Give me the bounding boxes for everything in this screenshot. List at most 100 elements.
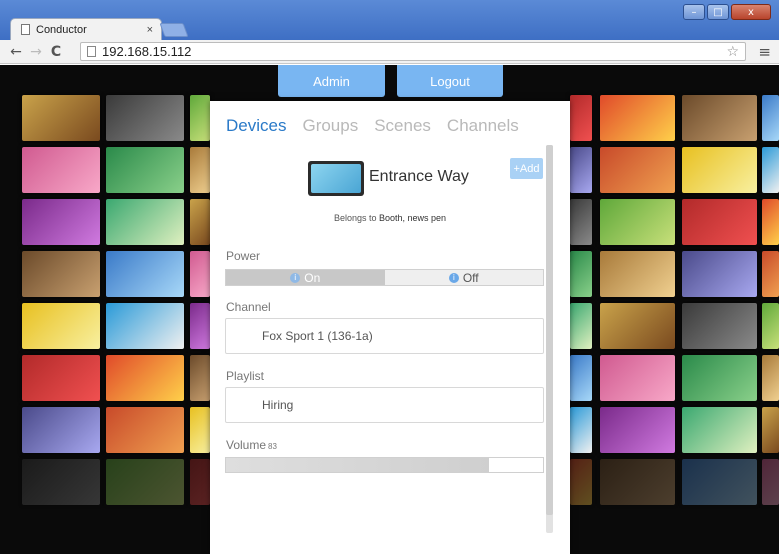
browser-tab[interactable]: Conductor × <box>10 18 162 40</box>
browser-toolbar: ← → C 192.168.15.112 ☆ ≡ <box>0 40 779 64</box>
menu-icon[interactable]: ≡ <box>758 43 771 61</box>
tv-tile <box>682 251 757 297</box>
address-bar[interactable]: 192.168.15.112 ☆ <box>80 42 746 61</box>
panel-scrollbar[interactable] <box>546 145 553 533</box>
belongs-to-value: Booth, news pen <box>378 213 447 223</box>
channel-select[interactable]: Fox Sport 1 (136-1a) <box>225 318 544 354</box>
tab-devices[interactable]: Devices <box>226 116 286 136</box>
tv-tile <box>106 459 184 505</box>
tv-tile <box>570 251 592 297</box>
tv-tile <box>762 303 779 349</box>
tv-tile <box>190 251 210 297</box>
tv-tile <box>106 303 184 349</box>
power-label: Power <box>226 249 261 263</box>
tv-tile <box>600 303 675 349</box>
page-icon <box>21 24 30 35</box>
tv-tile <box>762 459 779 505</box>
tv-tile <box>682 95 757 141</box>
playlist-label: Playlist <box>226 369 265 383</box>
tv-tile <box>682 147 757 193</box>
minimize-button[interactable]: – <box>683 4 705 20</box>
logout-button[interactable]: Logout <box>397 65 503 97</box>
tab-close-icon[interactable]: × <box>147 24 153 36</box>
tv-tile <box>600 95 675 141</box>
tv-tile <box>682 303 757 349</box>
tv-tile <box>22 95 100 141</box>
tv-tile <box>682 407 757 453</box>
bookmark-star-icon[interactable]: ☆ <box>726 44 739 60</box>
tv-tile <box>570 407 592 453</box>
tv-tile <box>600 251 675 297</box>
power-off-option[interactable]: i Off <box>385 270 544 285</box>
browser-titlebar: – □ x Conductor × <box>0 0 779 40</box>
power-on-option[interactable]: i On <box>226 270 385 285</box>
tv-tile <box>190 303 210 349</box>
maximize-button[interactable]: □ <box>707 4 729 20</box>
tv-tile <box>762 251 779 297</box>
app-stage: Admin Logout Devices Groups Scenes Chann… <box>0 65 779 554</box>
tv-tile <box>762 95 779 141</box>
tv-tile <box>570 355 592 401</box>
tv-tile <box>570 95 592 141</box>
tv-tile <box>190 407 210 453</box>
page-icon <box>87 46 96 57</box>
monitor-icon <box>308 161 364 196</box>
close-window-button[interactable]: x <box>731 4 771 20</box>
device-name: Entrance Way <box>369 168 469 185</box>
tv-tile <box>190 459 210 505</box>
panel-tabs: Devices Groups Scenes Channels <box>226 116 519 136</box>
tv-tile <box>762 407 779 453</box>
info-icon: i <box>448 272 459 283</box>
tv-tile <box>106 407 184 453</box>
tv-tile <box>762 147 779 193</box>
tv-tile <box>22 199 100 245</box>
channel-value: Fox Sport 1 (136-1a) <box>262 329 373 343</box>
channel-label: Channel <box>226 300 271 314</box>
tv-tile <box>600 407 675 453</box>
tv-tile <box>106 147 184 193</box>
tv-tile <box>600 355 675 401</box>
forward-icon[interactable]: → <box>26 44 46 60</box>
tv-tile <box>682 199 757 245</box>
add-button[interactable]: +Add <box>510 158 543 179</box>
tv-tile <box>106 251 184 297</box>
tv-tile <box>106 199 184 245</box>
window-controls: – □ x <box>683 4 771 20</box>
tv-tile <box>570 147 592 193</box>
volume-slider[interactable] <box>225 457 544 473</box>
tv-tile <box>600 199 675 245</box>
tv-tile <box>682 355 757 401</box>
tv-tile <box>190 199 210 245</box>
belongs-to-text: Belongs to Booth, news pen <box>333 213 447 223</box>
tv-tile <box>570 303 592 349</box>
back-icon[interactable]: ← <box>6 44 26 60</box>
power-toggle: i On i Off <box>225 269 544 286</box>
info-icon: i <box>290 272 301 283</box>
tv-tile <box>106 95 184 141</box>
tv-tile <box>600 147 675 193</box>
tv-tile <box>22 147 100 193</box>
tv-tile <box>190 95 210 141</box>
volume-label: Volume 83 <box>226 438 277 452</box>
tab-scenes[interactable]: Scenes <box>374 116 431 136</box>
tv-tile <box>106 355 184 401</box>
playlist-value: Hiring <box>262 398 294 412</box>
device-panel: Devices Groups Scenes Channels +Add Entr… <box>210 101 570 554</box>
tv-tile <box>570 199 592 245</box>
playlist-select[interactable]: Hiring <box>225 387 544 423</box>
tv-tile <box>682 459 757 505</box>
scroll-thumb[interactable] <box>546 145 553 515</box>
reload-icon[interactable]: C <box>46 44 66 60</box>
tv-tile <box>600 459 675 505</box>
tv-tile <box>22 459 100 505</box>
tv-tile <box>22 251 100 297</box>
tv-tile <box>22 355 100 401</box>
admin-button[interactable]: Admin <box>278 65 385 97</box>
tv-tile <box>570 459 592 505</box>
new-tab-button[interactable] <box>159 23 189 37</box>
tab-channels[interactable]: Channels <box>447 116 519 136</box>
tv-tile <box>22 407 100 453</box>
volume-value: 83 <box>268 442 277 451</box>
tv-tile <box>762 199 779 245</box>
tab-groups[interactable]: Groups <box>302 116 358 136</box>
